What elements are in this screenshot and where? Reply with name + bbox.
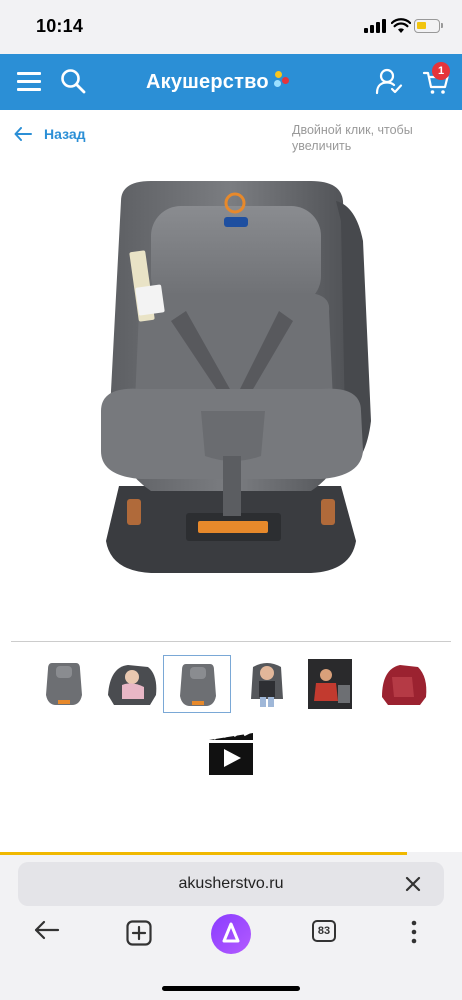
thumbnail-3-selected[interactable] (163, 655, 231, 713)
battery-icon (414, 19, 443, 33)
gallery-divider (11, 641, 451, 642)
product-gallery-page: Назад Двойной клик, чтобы увеличить (0, 110, 462, 852)
status-time: 10:14 (36, 16, 84, 36)
tabs-count: 83 (312, 920, 336, 942)
logo-dots-icon (271, 71, 289, 93)
menu-icon[interactable] (17, 71, 41, 91)
thumbnail-6[interactable] (370, 655, 438, 713)
home-indicator (162, 986, 300, 991)
tabs-button[interactable]: 83 (312, 920, 336, 942)
url-text[interactable]: akusherstvo.ru (18, 875, 444, 893)
wifi-icon (391, 18, 411, 33)
cellular-signal-icon (364, 19, 386, 33)
thumbnail-5[interactable] (302, 655, 370, 713)
user-account-icon[interactable] (375, 67, 403, 95)
site-header: Акушерство 1 (0, 54, 462, 110)
new-tab-icon[interactable] (126, 920, 152, 946)
thumbnail-1[interactable] (30, 655, 98, 713)
search-icon[interactable] (60, 68, 86, 94)
alice-icon (222, 922, 240, 943)
thumbnail-4[interactable] (233, 655, 301, 713)
back-nav-icon[interactable] (34, 920, 60, 940)
back-arrow-icon (14, 127, 32, 141)
logo-text: Акушерство (146, 70, 269, 93)
cart-count-badge: 1 (432, 62, 450, 80)
main-product-image[interactable] (11, 161, 451, 601)
alice-assistant-button[interactable] (211, 914, 251, 954)
zoom-hint: Двойной клик, чтобы увеличить (292, 123, 413, 153)
close-icon[interactable] (404, 875, 422, 893)
car-seat-illustration (101, 181, 371, 573)
video-play-icon[interactable] (208, 731, 254, 777)
back-link[interactable]: Назад (14, 126, 86, 142)
address-bar[interactable]: akusherstvo.ru (18, 862, 444, 906)
site-logo[interactable]: Акушерство (146, 68, 289, 96)
thumbnail-strip (30, 655, 440, 715)
more-menu-icon[interactable] (410, 920, 418, 944)
back-label: Назад (44, 126, 86, 142)
status-bar: 10:14 (0, 0, 462, 54)
thumbnail-2[interactable] (98, 655, 166, 713)
page-load-progress (0, 852, 462, 855)
page-load-progress-fill (0, 852, 407, 855)
